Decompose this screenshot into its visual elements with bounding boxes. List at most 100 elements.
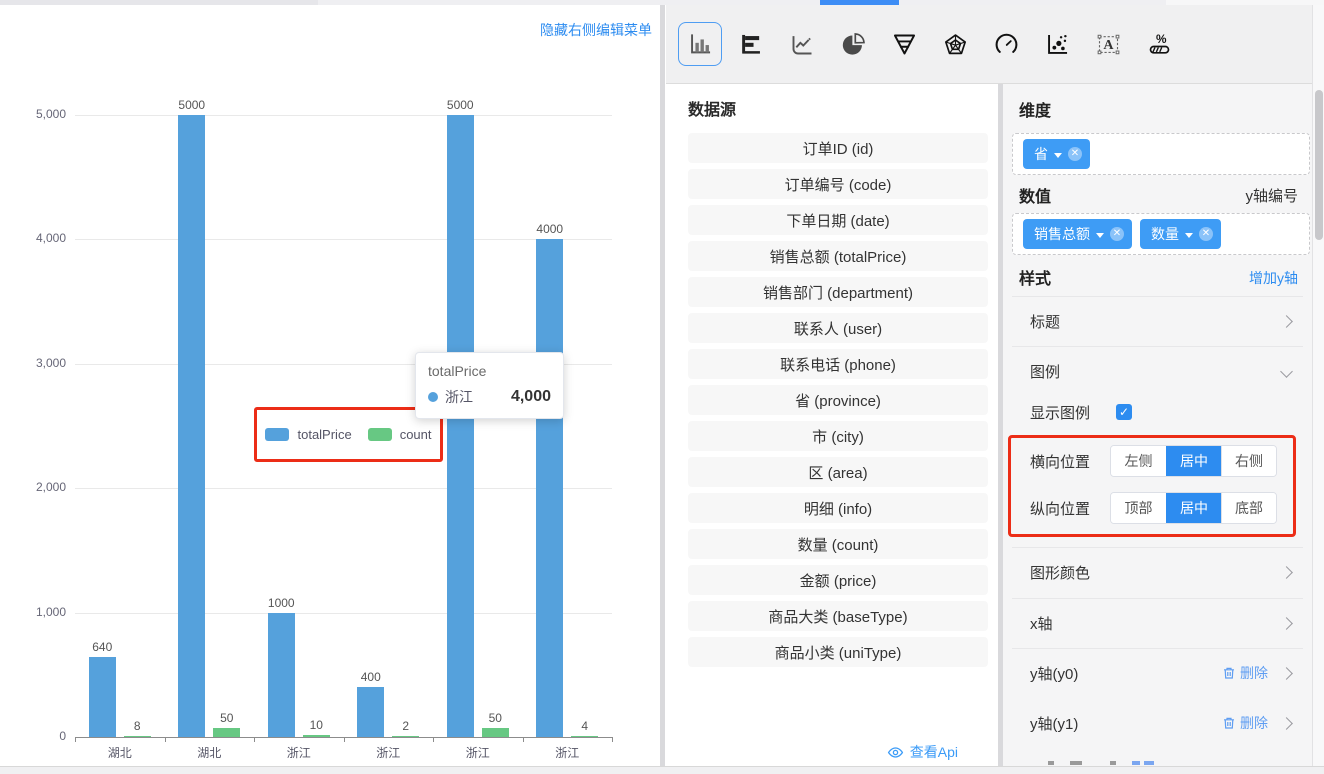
value-dropzone[interactable]: 销售总额✕数量✕ [1012,213,1310,255]
chevron-down-icon[interactable] [1185,233,1193,238]
delete-y0-button[interactable]: 删除 [1222,663,1268,683]
field-pill[interactable]: 销售部门 (department) [688,277,988,307]
chart-type-text-label[interactable]: A [1086,22,1130,66]
tooltip-series-dot [428,392,438,402]
x-axis-category-label: 湖北 [90,744,150,761]
chip-remove-icon[interactable]: ✕ [1068,147,1082,161]
chevron-down-icon[interactable] [1054,153,1062,158]
field-pill[interactable]: 省 (province) [688,385,988,415]
clipped-row-fragment [1110,761,1116,765]
chip-label: 省 [1034,144,1048,164]
v-position-option-底部[interactable]: 底部 [1221,493,1276,523]
chart-type-line-chart[interactable] [780,22,824,66]
h-position-option-居中[interactable]: 居中 [1166,446,1221,476]
bar-totalprice[interactable] [536,239,563,737]
legend-item-count[interactable]: count [368,427,432,442]
y-axis-tick-label: 0 [8,729,66,743]
scrollbar-thumb[interactable] [1315,90,1323,240]
field-pill[interactable]: 金额 (price) [688,565,988,595]
legend-item-totalprice[interactable]: totalPrice [265,427,351,442]
bar-count[interactable] [571,736,598,738]
value-chip-数量[interactable]: 数量✕ [1140,219,1221,249]
clipped-row-fragment [1070,761,1082,765]
field-pill[interactable]: 联系电话 (phone) [688,349,988,379]
chart-type-funnel-chart[interactable] [882,22,926,66]
tooltip-item-value: 4,000 [511,388,551,406]
settings-row-title[interactable]: 标题 [1012,296,1303,346]
field-pill[interactable]: 下单日期 (date) [688,205,988,235]
v-position-option-顶部[interactable]: 顶部 [1111,493,1166,523]
bar-count[interactable] [213,728,240,737]
row-label: 图例 [1012,361,1060,382]
legend-label: count [400,427,432,442]
settings-row-y-axis-y0[interactable]: y轴(y0) 删除 [1012,648,1303,698]
dimension-chip-省[interactable]: 省✕ [1023,139,1090,169]
field-pill[interactable]: 市 (city) [688,421,988,451]
field-pill[interactable]: 数量 (count) [688,529,988,559]
dimension-dropzone[interactable]: 省✕ [1012,133,1310,175]
vertical-scrollbar[interactable] [1312,5,1324,766]
add-y-axis-link[interactable]: 增加y轴 [1249,268,1298,288]
bar-totalprice[interactable] [178,115,205,737]
x-axis-tick [165,737,166,742]
bar-count[interactable] [392,736,419,738]
field-pill[interactable]: 销售总额 (totalPrice) [688,241,988,271]
settings-row-x-axis[interactable]: x轴 [1012,598,1303,648]
settings-row-v-position: 纵向位置 顶部居中底部 [1012,485,1303,531]
bar-count[interactable] [482,728,509,737]
panel-divider [660,5,665,774]
field-pill[interactable]: 明细 (info) [688,493,988,523]
chart-type-horizontal-bar-chart[interactable] [729,22,773,66]
chip-remove-icon[interactable]: ✕ [1110,227,1124,241]
show-legend-checkbox[interactable]: ✓ [1116,404,1132,420]
x-axis-tick [254,737,255,742]
y-axis-tick-label: 4,000 [8,231,66,245]
chart-type-scatter-chart[interactable] [1035,22,1079,66]
text-label-icon: A [1095,31,1122,58]
chart-type-bar-chart[interactable] [678,22,722,66]
line-chart-icon [789,31,816,58]
bar-chart-icon [687,31,714,58]
bar-count[interactable] [124,736,151,738]
bar-count[interactable] [303,735,330,737]
chart-type-radar-chart[interactable] [933,22,977,66]
chart-type-percent-progress[interactable]: % [1137,22,1181,66]
bar-value-label: 4000 [523,222,577,236]
x-axis-tick [612,737,613,742]
settings-row-legend[interactable]: 图例 [1012,346,1303,396]
bar-totalprice[interactable] [447,115,474,737]
field-pill[interactable]: 商品小类 (uniType) [688,637,988,667]
settings-row-show-legend: 显示图例 ✓ [1012,396,1303,428]
chart-panel: 隐藏右侧编辑菜单 01,0002,0003,0004,0005,000湖北湖北浙… [0,5,660,766]
chip-remove-icon[interactable]: ✕ [1199,227,1213,241]
x-axis-tick [433,737,434,742]
chart-type-gauge-chart[interactable] [984,22,1028,66]
field-pill[interactable]: 订单编号 (code) [688,169,988,199]
v-position-option-居中[interactable]: 居中 [1166,493,1221,523]
x-axis-tick [344,737,345,742]
value-heading: 数值 [1019,183,1051,207]
horizontal-scrollbar[interactable] [0,766,1324,774]
field-pill[interactable]: 商品大类 (baseType) [688,601,988,631]
gridline [75,488,612,489]
settings-row-y-axis-y1[interactable]: y轴(y1) 删除 [1012,698,1303,748]
field-pill[interactable]: 区 (area) [688,457,988,487]
chart-type-pie-chart[interactable] [831,22,875,66]
dimension-heading: 维度 [1019,97,1051,121]
delete-y1-button[interactable]: 删除 [1222,713,1268,733]
row-label: y轴(y1) [1012,713,1078,734]
hide-edit-menu-link[interactable]: 隐藏右侧编辑菜单 [540,20,652,40]
field-pill[interactable]: 订单ID (id) [688,133,988,163]
field-pill[interactable]: 联系人 (user) [688,313,988,343]
chevron-right-icon [1280,667,1293,680]
eye-icon [887,744,904,761]
value-chip-销售总额[interactable]: 销售总额 ✕ [1023,219,1132,249]
row-label: y轴(y0) [1012,663,1078,684]
chip-label: 销售总额 [1034,224,1090,244]
settings-row-graph-color[interactable]: 图形颜色 [1012,547,1303,598]
bar-value-label: 50 [468,711,522,725]
h-position-option-左侧[interactable]: 左侧 [1111,446,1166,476]
chevron-down-icon[interactable] [1096,233,1104,238]
view-api-link[interactable]: 查看Api [887,742,958,762]
h-position-option-右侧[interactable]: 右侧 [1221,446,1276,476]
